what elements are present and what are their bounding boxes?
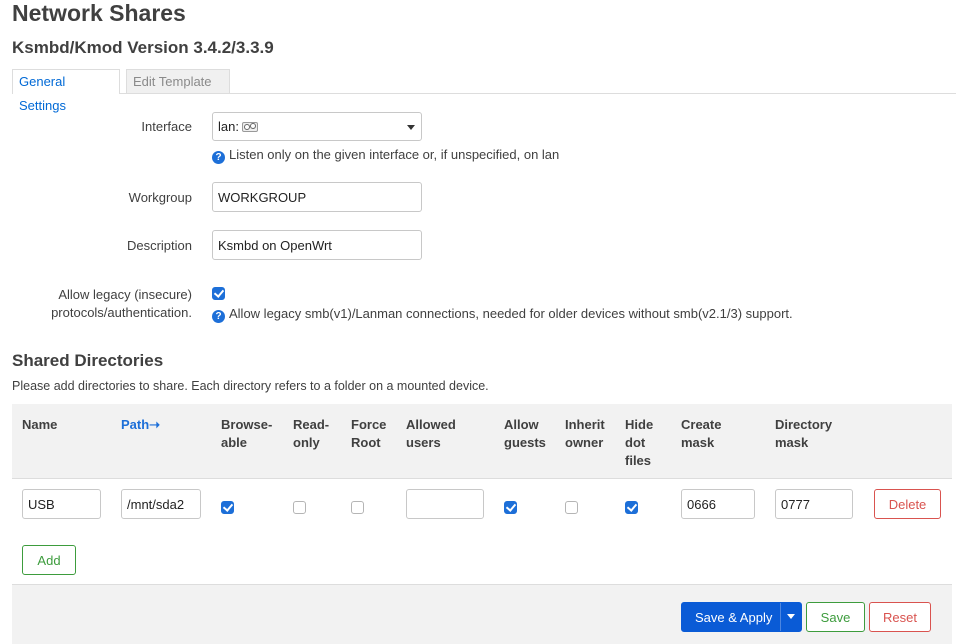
hide-dot-files-checkbox[interactable]	[625, 501, 638, 514]
share-name-input[interactable]	[22, 489, 101, 519]
interface-select[interactable]: lan:	[212, 112, 422, 141]
page-subtitle: Ksmbd/Kmod Version 3.4.2/3.3.9	[12, 38, 274, 57]
column-allowed-users: Allowed users	[406, 417, 456, 450]
split-divider	[780, 603, 781, 631]
save-apply-dropdown-icon[interactable]	[787, 614, 795, 619]
column-name: Name	[22, 417, 58, 432]
interface-value: lan:	[218, 119, 239, 134]
page-title: Network Shares	[12, 0, 186, 26]
tab-edit-template[interactable]: Edit Template	[126, 69, 230, 93]
column-inherit-owner: Inherit owner	[565, 417, 605, 450]
column-directory-mask: Directory mask	[775, 417, 833, 450]
legacy-label-line1: Allow legacy (insecure)	[58, 287, 192, 302]
column-create-mask: Create mask	[681, 417, 722, 450]
workgroup-input[interactable]	[212, 182, 422, 212]
shared-directories-title: Shared Directories	[12, 351, 164, 370]
workgroup-label: Workgroup	[128, 190, 192, 205]
inherit-owner-checkbox[interactable]	[565, 501, 578, 514]
legacy-help-text: Allow legacy smb(v1)/Lanman connections,…	[229, 306, 793, 321]
legacy-label: Allow legacy (insecure) protocols/authen…	[20, 286, 192, 322]
column-force-root: Force Root	[351, 417, 387, 450]
help-icon: ?	[212, 151, 225, 164]
interface-label: Interface	[141, 119, 192, 134]
browseable-checkbox[interactable]	[221, 501, 234, 514]
tab-general-settings[interactable]: General Settings	[12, 69, 120, 113]
network-interface-icon	[242, 122, 258, 132]
column-allow-guests: Allow guests	[504, 417, 546, 450]
create-mask-input[interactable]	[681, 489, 755, 519]
force-root-checkbox[interactable]	[351, 501, 364, 514]
table-row: Delete	[12, 479, 952, 529]
delete-button[interactable]: Delete	[874, 489, 941, 519]
column-readonly: Read-only	[293, 417, 330, 450]
add-button[interactable]: Add	[22, 545, 76, 575]
shared-directories-description: Please add directories to share. Each di…	[12, 379, 489, 393]
save-button[interactable]: Save	[806, 602, 865, 632]
help-icon: ?	[212, 310, 225, 323]
reset-button[interactable]: Reset	[869, 602, 931, 632]
interface-help: ? Listen only on the given interface or, …	[212, 147, 559, 164]
column-hide-dot-files: Hide dot files	[625, 417, 654, 468]
allow-guests-checkbox[interactable]	[504, 501, 517, 514]
description-label: Description	[126, 238, 192, 253]
allowed-users-input[interactable]	[406, 489, 484, 519]
description-input[interactable]	[212, 230, 422, 260]
save-apply-button[interactable]: Save & Apply	[681, 602, 802, 632]
chevron-down-icon	[407, 125, 415, 130]
legacy-help: ? Allow legacy smb(v1)/Lanman connections…	[212, 306, 793, 323]
shares-table: Name Path➝ Browse-able Read-only Force Ro…	[12, 404, 952, 541]
column-path[interactable]: Path➝	[121, 416, 160, 434]
legacy-checkbox[interactable]	[212, 287, 225, 300]
legacy-label-line2: protocols/authentication.	[51, 305, 192, 320]
interface-help-text: Listen only on the given interface or, i…	[229, 147, 560, 162]
table-header: Name Path➝ Browse-able Read-only Force Ro…	[12, 404, 952, 479]
column-browseable: Browse-able	[221, 417, 273, 450]
tab-bar: General Settings Edit Template	[12, 69, 956, 113]
directory-mask-input[interactable]	[775, 489, 853, 519]
share-path-input[interactable]	[121, 489, 201, 519]
readonly-checkbox[interactable]	[293, 501, 306, 514]
